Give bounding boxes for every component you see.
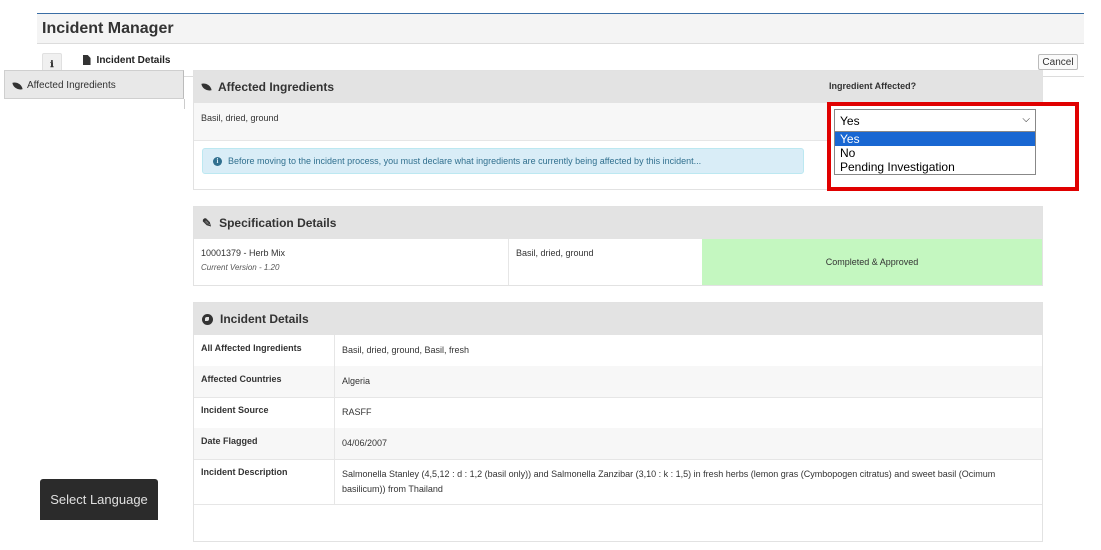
detail-label: Incident Description	[194, 459, 335, 504]
leaf-icon	[12, 80, 23, 91]
spec-status-badge: Completed & Approved	[702, 239, 1042, 285]
detail-value: Algeria	[342, 376, 371, 386]
select-options-list: Yes No Pending Investigation	[834, 132, 1036, 175]
detail-label: Date Flagged	[194, 428, 335, 459]
ingredient-affected-select[interactable]: Yes ⌵	[834, 109, 1036, 132]
incident-details-header: Incident Details	[194, 303, 1042, 335]
pencil-icon: ✎	[202, 216, 213, 230]
table-row: Affected Countries Algeria	[194, 366, 1042, 398]
spec-info-cell: 10001379 - Herb Mix Current Version - 1.…	[194, 239, 509, 285]
table-row: Incident Description Salmonella Stanley …	[194, 459, 1042, 505]
chevron-down-icon: ⌵	[1022, 114, 1030, 125]
ingredient-affected-select-highlight: Yes ⌵ Yes No Pending Investigation	[827, 102, 1079, 191]
sidebar: Affected Ingredients	[4, 70, 184, 99]
table-row: Date Flagged 04/06/2007	[194, 428, 1042, 460]
affected-ingredients-title: Affected Ingredients	[218, 80, 335, 94]
select-option-yes[interactable]: Yes	[835, 132, 1035, 146]
app-header: Incident Manager	[37, 14, 1084, 44]
sidebar-divider	[184, 99, 185, 109]
table-row: All Affected Ingredients Basil, dried, g…	[194, 335, 1042, 367]
document-icon	[82, 55, 91, 65]
detail-label: Affected Countries	[194, 366, 335, 397]
info-icon: i	[213, 156, 222, 166]
sidebar-item-label: Affected Ingredients	[27, 80, 116, 91]
app-title: Incident Manager	[42, 20, 174, 37]
incident-details-panel: Incident Details All Affected Ingredient…	[193, 302, 1043, 542]
table-row: Incident Source RASFF	[194, 397, 1042, 429]
detail-label: Incident Source	[194, 397, 335, 428]
tab-incident-details-label: Incident Details	[96, 54, 171, 66]
cancel-button[interactable]: Cancel	[1038, 54, 1078, 70]
spec-version-value: - 1.20	[256, 263, 280, 272]
rss-icon: ℹ	[50, 58, 54, 69]
detail-value: Basil, dried, ground, Basil, fresh	[342, 345, 470, 355]
spec-ingredient: Basil, dried, ground	[516, 248, 594, 258]
sidebar-item-affected-ingredients[interactable]: Affected Ingredients	[5, 71, 185, 100]
specification-panel: ✎ Specification Details 10001379 - Herb …	[193, 206, 1043, 286]
select-option-pending[interactable]: Pending Investigation	[835, 160, 1035, 174]
leaf-icon	[201, 82, 212, 92]
incident-details-title: Incident Details	[220, 312, 309, 326]
globe-icon	[202, 313, 213, 325]
spec-version-label: Current Version	[201, 263, 257, 272]
spec-version: Current Version - 1.20	[201, 263, 501, 272]
info-message: Before moving to the incident process, y…	[228, 156, 702, 166]
detail-value: Salmonella Stanley (4,5,12 : d : 1,2 (ba…	[342, 469, 996, 494]
detail-label: All Affected Ingredients	[194, 335, 335, 366]
spec-name: 10001379 - Herb Mix	[201, 248, 286, 258]
detail-value: 04/06/2007	[342, 438, 388, 448]
info-alert: i Before moving to the incident process,…	[202, 148, 804, 174]
specification-title: Specification Details	[219, 216, 337, 230]
select-value: Yes	[840, 113, 860, 128]
select-language-button[interactable]: Select Language	[40, 479, 158, 520]
ingredient-name: Basil, dried, ground	[201, 113, 279, 123]
select-option-no[interactable]: No	[835, 146, 1035, 160]
detail-value: RASFF	[342, 407, 372, 417]
ingredient-affected-column-label: Ingredient Affected?	[829, 81, 917, 91]
specification-header: ✎ Specification Details	[194, 207, 1042, 239]
